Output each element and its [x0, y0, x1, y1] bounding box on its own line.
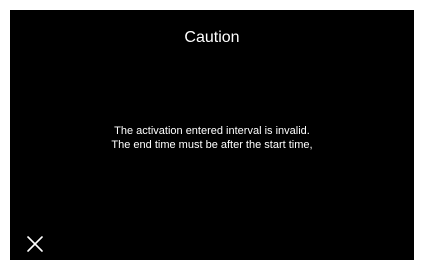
close-icon	[27, 236, 43, 252]
caution-dialog: Caution The activation entered interval …	[10, 10, 414, 260]
close-button[interactable]	[26, 235, 44, 253]
dialog-message: The activation entered interval is inval…	[10, 124, 414, 152]
dialog-title: Caution	[184, 29, 240, 46]
message-line-2: The end time must be after the start tim…	[111, 139, 313, 151]
message-line-1: The activation entered interval is inval…	[114, 125, 310, 137]
